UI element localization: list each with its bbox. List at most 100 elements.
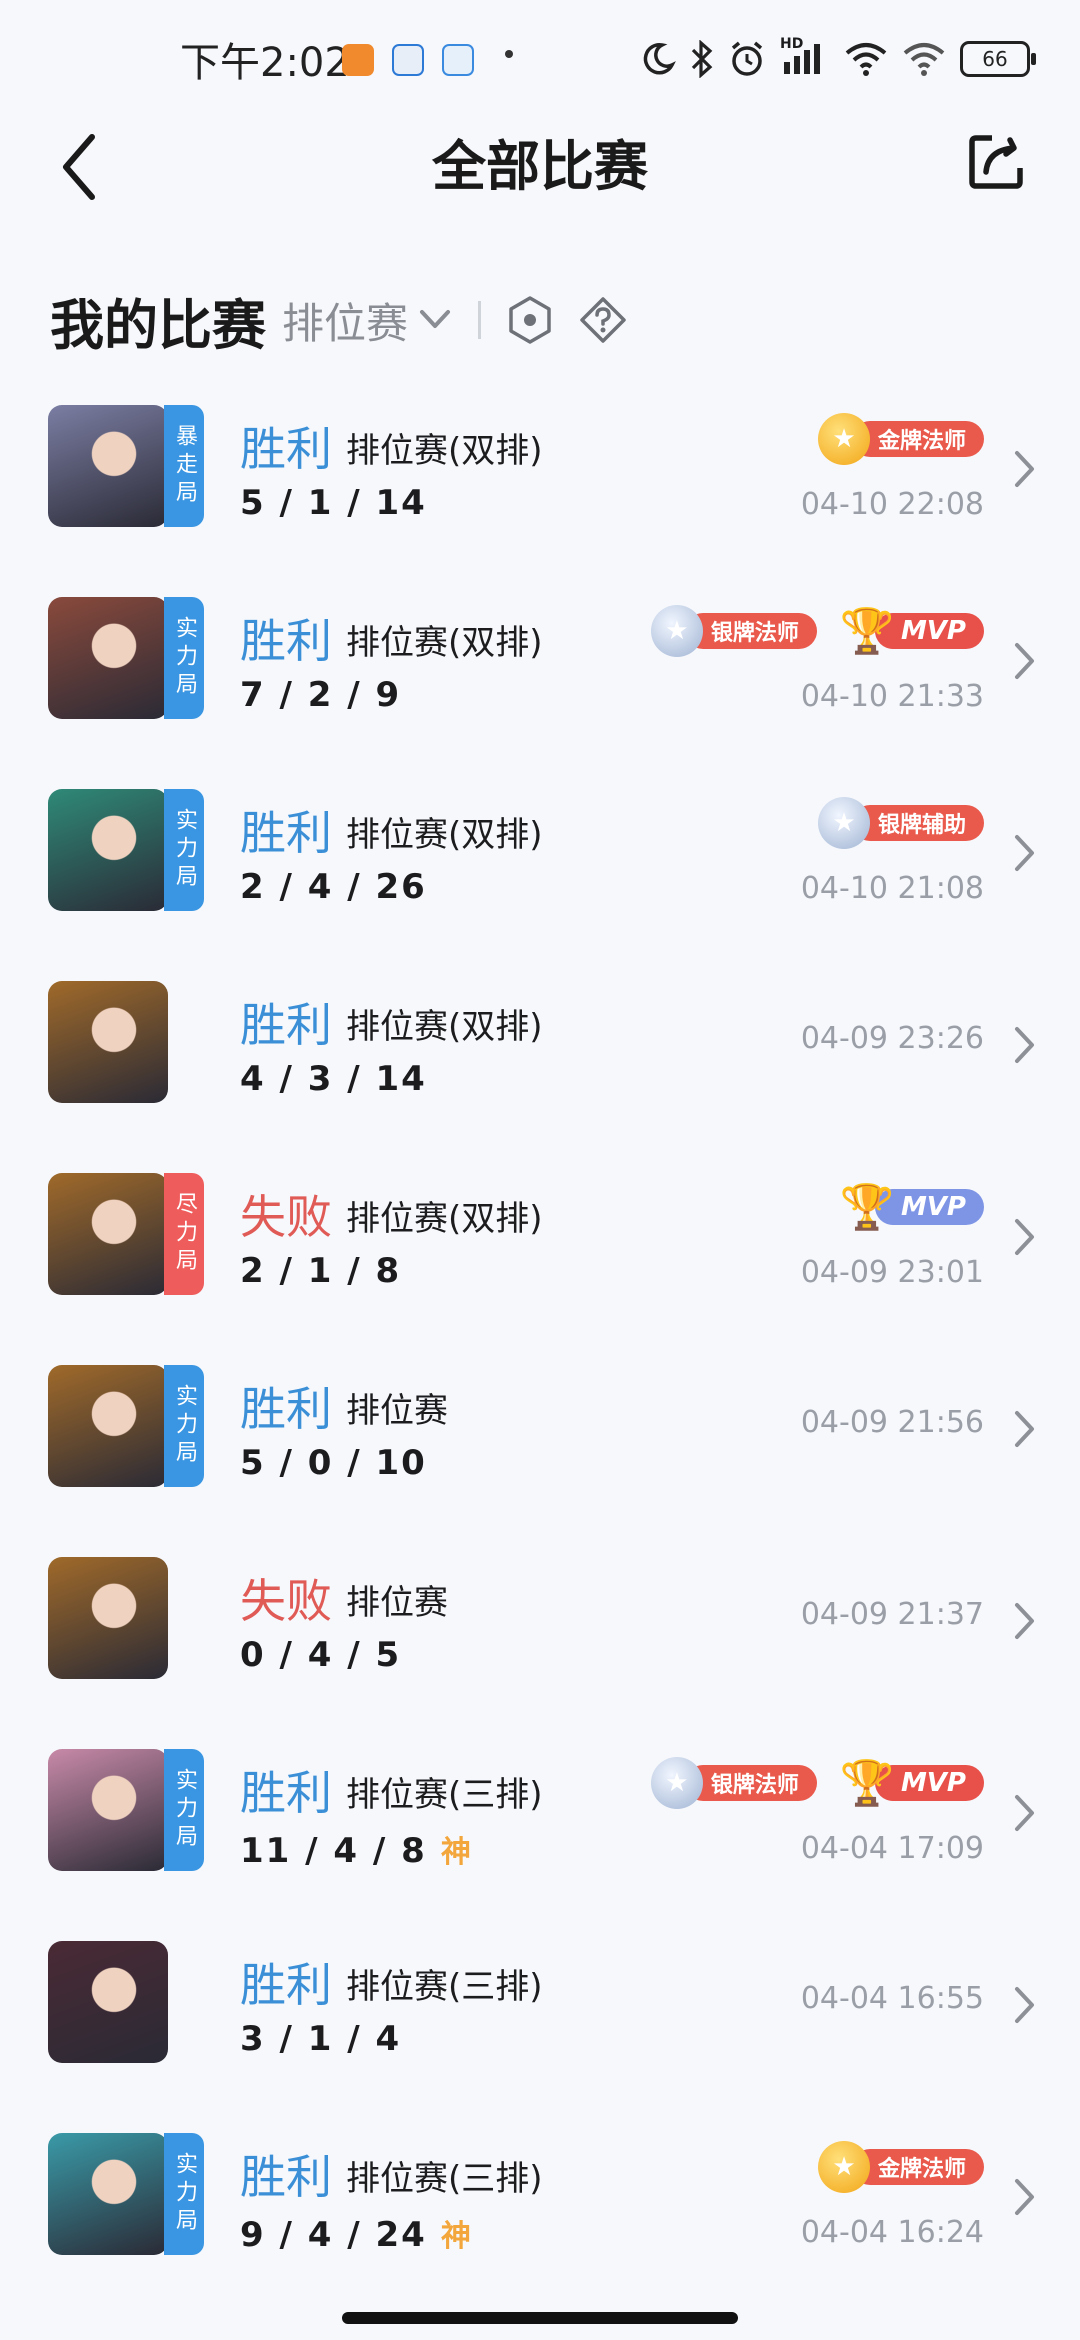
match-tag: 暴走局	[164, 405, 204, 527]
match-row[interactable]: 尽力局 失败 排位赛(双排) 2 / 1 / 8 🏆 MVP 04-09 23:01	[0, 1143, 1080, 1335]
match-type: 排位赛(三排)	[346, 2159, 543, 2199]
medal-badge: ★ 银牌法师	[650, 1757, 817, 1809]
status-time: 下午2:02	[180, 40, 350, 86]
kda-score: 3 / 1 / 4	[240, 2019, 401, 2059]
match-type: 排位赛(双排)	[346, 815, 543, 855]
hero-portrait	[48, 1749, 168, 1871]
kda-text: 3 / 1 / 4	[240, 2019, 402, 2059]
hero-portrait	[48, 2133, 168, 2255]
medal-badge: ★ 金牌法师	[817, 2141, 984, 2193]
alarm-icon	[731, 41, 763, 76]
match-result: 失败	[240, 1190, 332, 1244]
chevron-right-icon	[1015, 643, 1034, 679]
nav-bar: 全部比赛	[0, 118, 1080, 268]
mvp-badge: 🏆 MVP	[840, 1758, 984, 1809]
kda-score: 0 / 4 / 5	[240, 1635, 401, 1675]
match-tag: 实力局	[164, 597, 204, 719]
match-result: 失败	[240, 1574, 332, 1628]
moon-icon	[643, 43, 676, 75]
hero-avatar: 实力局	[48, 789, 204, 911]
trophy-icon: 🏆	[839, 606, 895, 657]
kda-text: 4 / 3 / 14	[240, 1059, 427, 1099]
hero-avatar	[48, 1941, 204, 2063]
home-indicator[interactable]	[342, 2312, 738, 2324]
match-type: 排位赛	[346, 1391, 448, 1431]
hero-portrait	[48, 1941, 168, 2063]
app-notification-icon	[442, 44, 474, 76]
divider	[478, 301, 482, 339]
match-time: 04-04 16:24	[800, 2215, 984, 2250]
match-type: 排位赛(双排)	[346, 623, 543, 663]
chevron-right-icon	[1015, 2179, 1034, 2215]
mode-label: 排位赛	[282, 298, 409, 348]
kda-score: 5 / 1 / 14	[240, 483, 427, 523]
match-time: 04-10 21:33	[800, 679, 984, 714]
match-time: 04-09 21:37	[800, 1597, 984, 1632]
chevron-right-icon	[1015, 451, 1034, 487]
page-title: 全部比赛	[432, 135, 648, 198]
star-medal-icon: ★	[817, 797, 870, 849]
match-row[interactable]: 实力局 胜利 排位赛(三排) 9 / 4 / 24 神 ★ 金牌法师 04-04 16:24	[0, 2103, 1080, 2295]
section-title: 我的比赛	[50, 293, 266, 357]
match-type: 排位赛(双排)	[346, 1199, 543, 1239]
hero-avatar: 实力局	[48, 1365, 204, 1487]
match-tag: 实力局	[164, 1365, 204, 1487]
medal-badge: ★ 金牌法师	[817, 413, 984, 465]
hero-portrait	[48, 981, 168, 1103]
kda-score: 4 / 3 / 14	[240, 1059, 427, 1099]
match-row[interactable]: 胜利 排位赛(双排) 4 / 3 / 14 04-09 23:26	[0, 951, 1080, 1143]
kda-text: 5 / 0 / 10	[240, 1443, 427, 1483]
hero-portrait	[48, 1365, 168, 1487]
match-type: 排位赛(双排)	[346, 431, 543, 471]
star-medal-icon: ★	[817, 413, 870, 465]
match-row[interactable]: 实力局 胜利 排位赛(双排) 7 / 2 / 9 ★ 银牌法师 🏆 MVP 04-10 21:3…	[0, 567, 1080, 759]
battery-indicator: 66	[960, 41, 1036, 77]
badge-label: 银牌辅助	[851, 805, 984, 841]
match-result: 胜利	[240, 1382, 332, 1436]
star-medal-icon: ★	[650, 605, 703, 657]
help-icon[interactable]	[579, 296, 627, 344]
match-row[interactable]: 实力局 胜利 排位赛(双排) 2 / 4 / 26 ★ 银牌辅助 04-10 21:08	[0, 759, 1080, 951]
match-result: 胜利	[240, 806, 332, 860]
kda-score: 11 / 4 / 8 神	[240, 1827, 471, 1871]
match-tag: 实力局	[164, 789, 204, 911]
match-result: 胜利	[240, 422, 332, 476]
chevron-right-icon	[1015, 1027, 1034, 1063]
match-row[interactable]: 失败 排位赛 0 / 4 / 5 04-09 21:37	[0, 1527, 1080, 1719]
match-type: 排位赛(双排)	[346, 1007, 543, 1047]
medal-badge: ★ 银牌法师	[650, 605, 817, 657]
share-icon[interactable]	[966, 128, 1030, 192]
hero-portrait	[48, 597, 168, 719]
badge-label: 银牌法师	[684, 1765, 817, 1801]
honor-badges: ★ 银牌法师 🏆 MVP	[650, 605, 984, 657]
app-notification-icon	[342, 44, 374, 76]
match-time: 04-10 21:08	[800, 871, 984, 906]
hero-portrait	[48, 1557, 168, 1679]
chevron-down-icon	[420, 310, 451, 328]
match-row[interactable]: 实力局 胜利 排位赛 5 / 0 / 10 04-09 21:56	[0, 1335, 1080, 1527]
match-result: 胜利	[240, 998, 332, 1052]
match-row[interactable]: 胜利 排位赛(三排) 3 / 1 / 4 04-04 16:55	[0, 1911, 1080, 2103]
star-medal-icon: ★	[817, 2141, 870, 2193]
wifi-icon	[903, 43, 945, 76]
honor-badges: 🏆 MVP	[840, 1182, 984, 1233]
mode-dropdown[interactable]: 排位赛	[282, 290, 452, 351]
medal-badge: ★ 银牌辅助	[817, 797, 984, 849]
honor-badges: ★ 银牌辅助	[817, 797, 984, 849]
match-type: 排位赛	[346, 1583, 448, 1623]
match-tag: 尽力局	[164, 1173, 204, 1295]
kda-text: 0 / 4 / 5	[240, 1635, 402, 1675]
hero-avatar: 实力局	[48, 597, 204, 719]
badge-label: 金牌法师	[851, 2149, 984, 2185]
kda-text: 7 / 2 / 9	[240, 675, 402, 715]
kda-score: 7 / 2 / 9	[240, 675, 401, 715]
hexagon-filter-icon[interactable]	[507, 295, 553, 345]
god-badge: 神	[440, 2219, 471, 2254]
match-time: 04-10 22:08	[800, 487, 984, 522]
match-row[interactable]: 实力局 胜利 排位赛(三排) 11 / 4 / 8 神 ★ 银牌法师 🏆 MVP 04-04 17…	[0, 1719, 1080, 1911]
hero-portrait	[48, 1173, 168, 1295]
match-tag: 实力局	[164, 1749, 204, 1871]
kda-text: 9 / 4 / 24	[240, 2215, 427, 2255]
match-row[interactable]: 暴走局 胜利 排位赛(双排) 5 / 1 / 14 ★ 金牌法师 04-10 22:08	[0, 375, 1080, 567]
match-time: 04-09 23:26	[800, 1021, 984, 1056]
